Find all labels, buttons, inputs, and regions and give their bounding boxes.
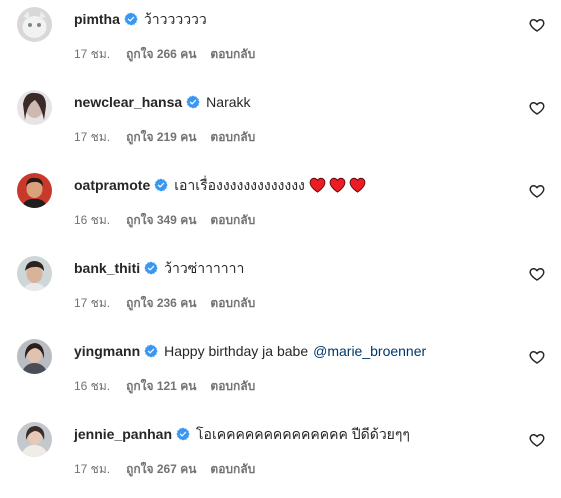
timestamp: 16 ชม. (74, 378, 111, 393)
comment-item: yingmann Happy birthday ja babe @marie_b… (0, 332, 561, 415)
mention-link[interactable]: @marie_broenner (313, 341, 426, 361)
avatar[interactable] (17, 173, 52, 208)
comment-meta: 17 ชม. ถูกใจ 267 คน ตอบกลับ (74, 461, 255, 477)
verified-badge-icon (186, 95, 200, 109)
verified-badge-icon (144, 344, 158, 358)
avatar[interactable] (17, 339, 52, 374)
likes-count-link[interactable]: ถูกใจ 267 คน (126, 460, 196, 479)
comment-text: โอเคคคคคคคคคคคคคค ปีดีด้วยๆๆ (196, 426, 410, 442)
likes-count-link[interactable]: ถูกใจ 219 คน (126, 128, 196, 147)
timestamp: 17 ชม. (74, 295, 111, 310)
username-link[interactable]: newclear_hansa (74, 92, 182, 112)
comment-line: jennie_panhan โอเคคคคคคคคคคคคคค ปีดีด้วย… (74, 424, 410, 444)
red-heart-emoji-icon (309, 177, 326, 193)
reply-button[interactable]: ตอบกลับ (210, 460, 255, 479)
timestamp: 16 ชม. (74, 212, 111, 227)
comment-item: oatpramote เอาเรื่องงงงงงงงงงงงง 16 ชม. … (0, 166, 561, 249)
comment-meta: 17 ชม. ถูกใจ 219 คน ตอบกลับ (74, 129, 255, 145)
timestamp: 17 ชม. (74, 129, 111, 144)
likes-count-link[interactable]: ถูกใจ 349 คน (126, 211, 196, 230)
verified-badge-icon (144, 261, 158, 275)
comment-text: เอาเรื่องงงงงงงงงงงงง (174, 177, 305, 193)
verified-badge-icon (154, 178, 168, 192)
username-link[interactable]: bank_thiti (74, 258, 140, 278)
avatar[interactable] (17, 90, 52, 125)
comment-line: oatpramote เอาเรื่องงงงงงงงงงงงง (74, 175, 366, 195)
comment-meta: 17 ชม. ถูกใจ 266 คน ตอบกลับ (74, 46, 255, 62)
verified-badge-icon (176, 427, 190, 441)
comment-line: pimtha ว้าวววววว (74, 9, 207, 29)
verified-badge-icon (124, 12, 138, 26)
likes-count-link[interactable]: ถูกใจ 266 คน (126, 45, 196, 64)
comment-item: pimtha ว้าวววววว 17 ชม. ถูกใจ 266 คน ตอบ… (0, 0, 561, 83)
reply-button[interactable]: ตอบกลับ (210, 294, 255, 313)
username-link[interactable]: pimtha (74, 9, 120, 29)
like-heart-icon[interactable] (529, 432, 545, 448)
emoji-group (309, 177, 366, 193)
red-heart-emoji-icon (349, 177, 366, 193)
reply-button[interactable]: ตอบกลับ (210, 45, 255, 64)
avatar[interactable] (17, 422, 52, 457)
comment-list: pimtha ว้าวววววว 17 ชม. ถูกใจ 266 คน ตอบ… (0, 0, 561, 493)
timestamp: 17 ชม. (74, 461, 111, 476)
avatar[interactable] (17, 7, 52, 42)
comment-text: Narakk (206, 94, 251, 110)
comment-line: newclear_hansa Narakk (74, 92, 251, 112)
comment-item: jennie_panhan โอเคคคคคคคคคคคคคค ปีดีด้วย… (0, 415, 561, 498)
comment-item: newclear_hansa Narakk 17 ชม. ถูกใจ 219 ค… (0, 83, 561, 166)
likes-count-link[interactable]: ถูกใจ 236 คน (126, 294, 196, 313)
reply-button[interactable]: ตอบกลับ (210, 377, 255, 396)
avatar[interactable] (17, 256, 52, 291)
comment-line: bank_thiti ว้าวซ่าาาาาา (74, 258, 244, 278)
comment-line: yingmann Happy birthday ja babe @marie_b… (74, 341, 426, 361)
reply-button[interactable]: ตอบกลับ (210, 211, 255, 230)
username-link[interactable]: yingmann (74, 341, 140, 361)
username-link[interactable]: jennie_panhan (74, 424, 172, 444)
comment-text: ว้าวววววว (143, 11, 207, 27)
comment-text: ว้าวซ่าาาาาา (164, 260, 245, 276)
like-heart-icon[interactable] (529, 349, 545, 365)
like-heart-icon[interactable] (529, 183, 545, 199)
comment-meta: 17 ชม. ถูกใจ 236 คน ตอบกลับ (74, 295, 255, 311)
like-heart-icon[interactable] (529, 17, 545, 33)
red-heart-emoji-icon (329, 177, 346, 193)
timestamp: 17 ชม. (74, 46, 111, 61)
reply-button[interactable]: ตอบกลับ (210, 128, 255, 147)
comment-item: bank_thiti ว้าวซ่าาาาาา 17 ชม. ถูกใจ 236… (0, 249, 561, 332)
comment-meta: 16 ชม. ถูกใจ 349 คน ตอบกลับ (74, 212, 255, 228)
like-heart-icon[interactable] (529, 100, 545, 116)
username-link[interactable]: oatpramote (74, 175, 150, 195)
comment-meta: 16 ชม. ถูกใจ 121 คน ตอบกลับ (74, 378, 255, 394)
comment-text: Happy birthday ja babe (164, 343, 309, 359)
like-heart-icon[interactable] (529, 266, 545, 282)
likes-count-link[interactable]: ถูกใจ 121 คน (126, 377, 196, 396)
